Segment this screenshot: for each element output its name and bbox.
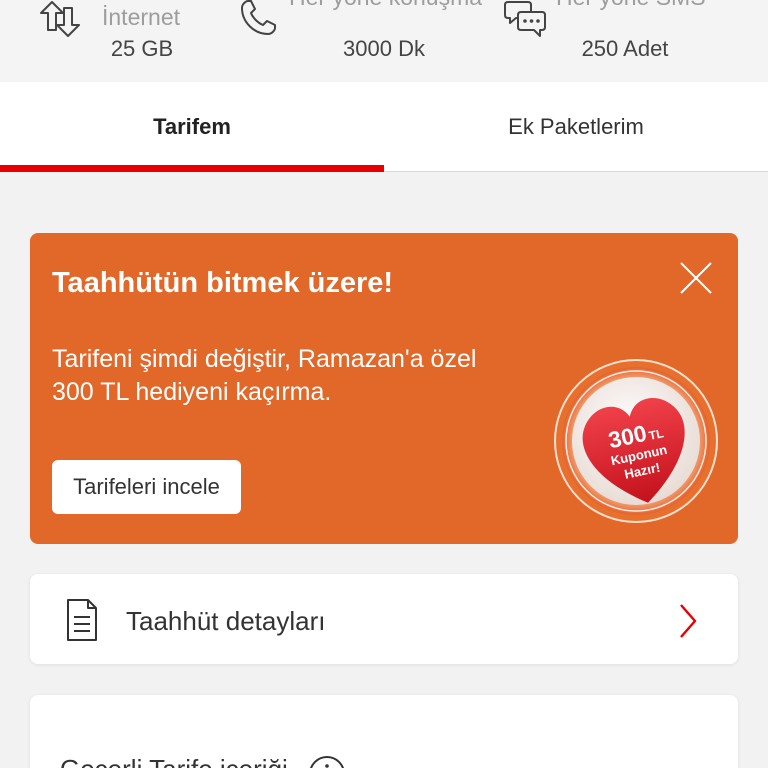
coupon-badge: 300TL Kuponun Hazır! <box>554 359 718 523</box>
usage-value-sms: 250 Adet <box>581 36 669 61</box>
promo-body-text: Tarifeni şimdi değiştir, Ramazan'a özel … <box>52 345 477 406</box>
active-tab-indicator <box>0 165 384 172</box>
commitment-promo-card: Taahhütün bitmek üzere! Tarifeni şimdi d… <box>30 233 738 544</box>
tab-ek-paketlerim[interactable]: Ek Paketlerim <box>384 82 768 171</box>
document-icon <box>67 599 97 641</box>
tariff-content-label: Geçerli Tarife içeriği <box>60 752 288 768</box>
tab-bar: Tarifem Ek Paketlerim <box>0 82 768 172</box>
promo-title: Taahhütün bitmek üzere! <box>52 267 394 299</box>
badge-currency: TL <box>648 426 665 443</box>
chevron-right-icon <box>680 604 697 638</box>
data-transfer-icon <box>40 1 80 37</box>
tariff-content-card[interactable]: Geçerli Tarife içeriği <box>30 695 738 768</box>
phone-icon <box>241 0 276 35</box>
usage-value-internet: 25 GB <box>110 36 174 61</box>
usage-label-calls: Her yöne konuşma <box>289 0 482 9</box>
info-icon[interactable] <box>308 755 346 768</box>
commitment-details-label: Taahhüt detayları <box>126 606 326 636</box>
view-tariffs-button[interactable]: Tarifeleri incele <box>52 460 241 514</box>
usage-value-calls: 3000 Dk <box>343 36 425 61</box>
usage-summary: İnternet 25 GB Her yöne konuşma 3000 Dk … <box>0 0 768 82</box>
commitment-details-card[interactable]: Taahhüt detayları <box>30 574 738 664</box>
tab-tarifem[interactable]: Tarifem <box>0 82 384 171</box>
close-icon[interactable] <box>680 262 712 294</box>
usage-label-sms: Her yöne SMS <box>556 0 706 9</box>
sms-icon <box>504 1 546 37</box>
usage-label-internet: İnternet <box>102 4 180 30</box>
